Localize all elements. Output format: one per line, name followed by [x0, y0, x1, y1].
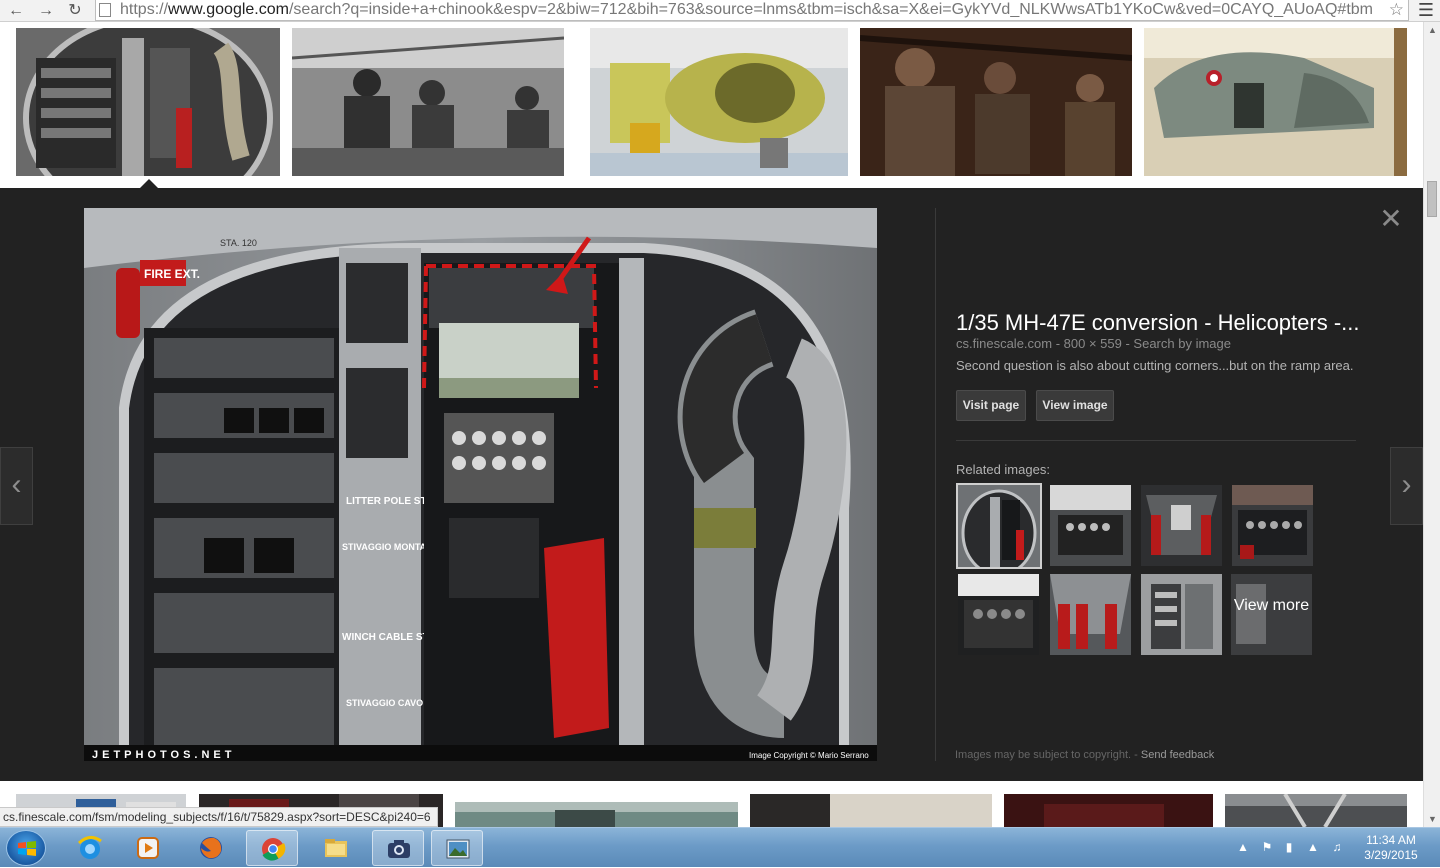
chevron-right-icon: ›	[1401, 468, 1412, 501]
url-path: /search?q=inside+a+chinook&espv=2&biw=71…	[288, 1, 1373, 18]
system-clock[interactable]: 11:34 AM 3/29/2015	[1360, 833, 1422, 863]
chrome-icon	[262, 838, 286, 861]
related-images-label: Related images:	[956, 462, 1050, 477]
copyright-footnote: Images may be subject to copyright. - Se…	[955, 749, 1214, 761]
scroll-up-arrow-icon[interactable]: ▲	[1424, 22, 1440, 39]
footnote-separator: -	[1131, 749, 1141, 761]
scrollbar-thumb[interactable]	[1427, 181, 1437, 217]
address-url[interactable]: https://www.google.com/search?q=inside+a…	[120, 1, 1380, 19]
related-image-thumbnail[interactable]	[1050, 574, 1131, 655]
related-image-thumbnail[interactable]	[1141, 485, 1222, 566]
reload-icon[interactable]: ↻	[65, 1, 85, 21]
windows-logo-icon	[18, 841, 36, 856]
related-image-thumbnail[interactable]	[956, 483, 1042, 569]
page-icon	[99, 3, 111, 17]
result-thumbnail[interactable]	[860, 28, 1132, 176]
related-image-thumbnail[interactable]	[958, 574, 1039, 655]
chevron-left-icon: ‹	[11, 468, 22, 501]
result-thumbnail[interactable]	[1225, 794, 1407, 827]
camera-icon	[388, 840, 410, 858]
url-scheme: https://	[120, 1, 169, 18]
bookmark-star-icon[interactable]: ☆	[1389, 0, 1404, 20]
result-thumbnail[interactable]	[16, 28, 280, 176]
internet-explorer-icon	[77, 836, 102, 859]
view-more-label: View more	[1233, 597, 1310, 614]
taskbar-media-player[interactable]	[122, 830, 174, 866]
taskbar-camera-app[interactable]	[372, 830, 424, 866]
browser-toolbar: ← → ↻ https://www.google.com/search?q=in…	[0, 0, 1440, 22]
image-meta: cs.finescale.com - 800 × 559 - Search by…	[956, 336, 1231, 351]
windows-taskbar: ▲ ⚑ ▮ ▲ ♫ 11:34 AM 3/29/2015	[0, 827, 1440, 867]
taskbar-internet-explorer[interactable]	[64, 830, 116, 866]
result-thumbnail[interactable]	[750, 794, 992, 827]
taskbar-file-explorer[interactable]	[310, 830, 362, 866]
hamburger-menu-icon[interactable]: ☰	[1418, 0, 1434, 20]
forward-arrow-icon[interactable]: →	[36, 1, 56, 21]
link-status-bubble: cs.finescale.com/fsm/modeling_subjects/f…	[0, 807, 438, 827]
result-thumbnail[interactable]	[1004, 794, 1213, 827]
related-image-thumbnail[interactable]	[1232, 485, 1313, 566]
taskbar-chrome[interactable]	[246, 830, 298, 866]
section-divider	[956, 440, 1356, 441]
show-hidden-icons-icon[interactable]: ▲	[1236, 840, 1250, 854]
media-player-icon	[137, 837, 159, 859]
result-thumbnail[interactable]	[1144, 28, 1407, 176]
taskbar-image-viewer[interactable]	[431, 830, 483, 866]
related-image-thumbnail[interactable]	[1141, 574, 1222, 655]
clock-date: 3/29/2015	[1364, 848, 1418, 862]
url-domain: www.google.com	[168, 1, 289, 18]
source-domain: cs.finescale.com	[956, 336, 1053, 351]
jetphotos-watermark: JETPHOTOS.NET	[92, 749, 235, 761]
firefox-icon	[200, 837, 222, 859]
scroll-down-arrow-icon[interactable]: ▼	[1424, 811, 1440, 828]
power-plug-icon[interactable]: ▮	[1282, 840, 1296, 854]
view-more-related-button[interactable]: View more	[1231, 574, 1312, 655]
result-thumbnail[interactable]	[292, 28, 564, 176]
taskbar-firefox[interactable]	[185, 830, 237, 866]
back-arrow-icon[interactable]: ←	[6, 1, 26, 21]
meta-separator: -	[1121, 336, 1134, 351]
close-icon[interactable]: ✕	[1378, 205, 1404, 233]
image-dimensions: 800 × 559	[1063, 336, 1122, 351]
address-bar[interactable]: https://www.google.com/search?q=inside+a…	[95, 0, 1409, 21]
panel-divider	[935, 208, 936, 761]
station-label: STA. 120	[220, 238, 257, 248]
main-preview-image[interactable]: FIRE EXT. LITTER POLE STOWAGE STIVAGGIO …	[84, 208, 877, 766]
search-by-image-link[interactable]: Search by image	[1133, 336, 1231, 351]
volume-speaker-icon[interactable]: ♫	[1330, 840, 1344, 854]
related-image-thumbnail[interactable]	[1050, 485, 1131, 566]
image-description: Second question is also about cutting co…	[956, 358, 1354, 373]
next-image-button[interactable]: ›	[1390, 447, 1423, 525]
action-center-flag-icon[interactable]: ⚑	[1260, 840, 1274, 854]
folder-icon	[325, 839, 347, 857]
clock-time: 11:34 AM	[1366, 833, 1416, 847]
start-button[interactable]	[6, 830, 46, 866]
copyright-notice: Images may be subject to copyright.	[955, 749, 1132, 761]
page-scrollbar[interactable]: ▲ ▼	[1423, 22, 1440, 828]
fire-ext-label: FIRE EXT.	[144, 267, 200, 281]
copyright-watermark: Image Copyright © Mario Serrano	[749, 751, 869, 760]
send-feedback-link[interactable]: Send feedback	[1141, 749, 1214, 761]
result-thumbnail[interactable]	[455, 802, 738, 827]
previous-image-button[interactable]: ‹	[0, 447, 33, 525]
network-signal-icon[interactable]: ▲	[1306, 840, 1320, 854]
image-title-link[interactable]: 1/35 MH-47E conversion - Helicopters -..…	[956, 310, 1376, 336]
result-thumbnail[interactable]	[590, 28, 848, 176]
selection-notch	[140, 179, 158, 188]
visit-page-button[interactable]: Visit page	[956, 390, 1026, 421]
image-viewer-icon	[446, 839, 470, 859]
meta-separator: -	[1052, 336, 1064, 351]
view-image-button[interactable]: View image	[1036, 390, 1114, 421]
